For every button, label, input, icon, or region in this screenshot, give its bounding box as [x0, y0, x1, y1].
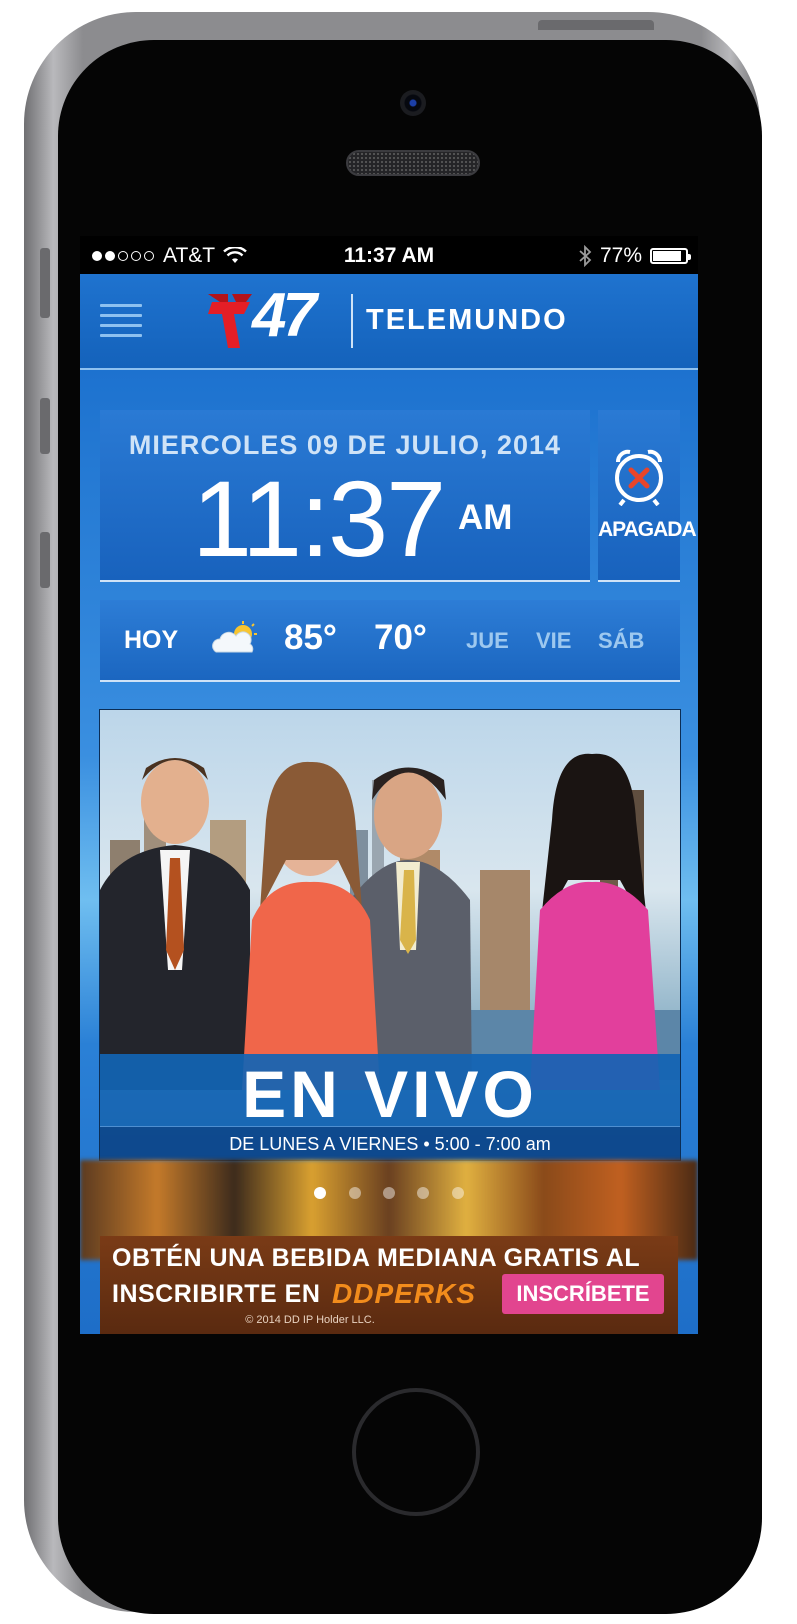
status-bar: AT&T 11:37 AM 77% — [80, 236, 698, 274]
app-screen: AT&T 11:37 AM 77% 47 TELEMUNDO MIERCOLES… — [80, 236, 698, 1334]
home-button[interactable] — [352, 1388, 480, 1516]
current-time: 11:37 — [192, 458, 446, 579]
page-dot[interactable] — [417, 1187, 430, 1199]
ad-subline: INSCRIBIRTE EN — [112, 1280, 321, 1308]
ad-headline: OBTÉN UNA BEBIDA MEDIANA GRATIS AL — [112, 1244, 641, 1272]
forecast-day-thu[interactable]: JUE — [466, 628, 509, 654]
show-promo-banner[interactable]: EN VIVO DE LUNES A VIERNES • 5:00 - 7:00… — [99, 709, 681, 1161]
live-banner: EN VIVO — [100, 1054, 680, 1131]
advertisement-banner[interactable]: OBTÉN UNA BEBIDA MEDIANA GRATIS AL INSCR… — [100, 1236, 678, 1334]
battery-percentage: 77% — [599, 244, 642, 267]
logo-divider — [351, 294, 353, 348]
ad-legal-text: © 2014 DD IP Holder LLC. — [245, 1314, 375, 1326]
forecast-day-sat[interactable]: SÁB — [598, 628, 644, 654]
partly-cloudy-icon — [212, 621, 257, 653]
volume-up-button — [40, 398, 50, 454]
earpiece-speaker — [346, 150, 480, 176]
alarm-button[interactable]: APAGADA — [598, 410, 697, 582]
weather-bar[interactable]: HOY 85° 70° JUE VIE SÁB — [100, 600, 680, 682]
weather-today-label: HOY — [124, 626, 179, 654]
time-period: AM — [458, 498, 513, 537]
mute-switch — [40, 248, 50, 318]
menu-icon[interactable] — [100, 304, 142, 338]
battery-icon — [650, 248, 691, 264]
page-dot[interactable] — [383, 1187, 395, 1199]
page-indicator[interactable] — [80, 1186, 698, 1204]
promo-title: EN VIVO — [242, 1057, 538, 1131]
bluetooth-icon — [579, 245, 592, 267]
alarm-status: APAGADA — [598, 518, 697, 541]
promo-schedule: DE LUNES A VIERNES • 5:00 - 7:00 am — [100, 1126, 680, 1160]
signup-button[interactable]: INSCRÍBETE — [502, 1274, 664, 1314]
clock-card: MIERCOLES 09 DE JULIO, 2014 11:37 AM — [100, 410, 590, 582]
ad-brand: DDPERKS — [332, 1278, 476, 1309]
volume-down-button — [40, 532, 50, 588]
page-dot[interactable] — [314, 1187, 327, 1199]
brand-name: TELEMUNDO — [366, 304, 568, 336]
temp-high: 85° — [284, 618, 337, 657]
telemundo-t-logo — [208, 294, 252, 348]
power-button — [538, 20, 654, 30]
page-dot[interactable] — [451, 1187, 464, 1199]
app-header: 47 TELEMUNDO — [80, 274, 698, 370]
alarm-clock-icon — [615, 449, 663, 506]
main-content: MIERCOLES 09 DE JULIO, 2014 11:37 AM APA… — [80, 370, 698, 1334]
forecast-day-fri[interactable]: VIE — [536, 628, 571, 654]
channel-number: 47 — [252, 281, 317, 350]
news-anchors-photo — [100, 753, 660, 1090]
temp-low: 70° — [374, 618, 427, 657]
page-dot[interactable] — [348, 1187, 361, 1199]
front-camera — [400, 90, 426, 116]
